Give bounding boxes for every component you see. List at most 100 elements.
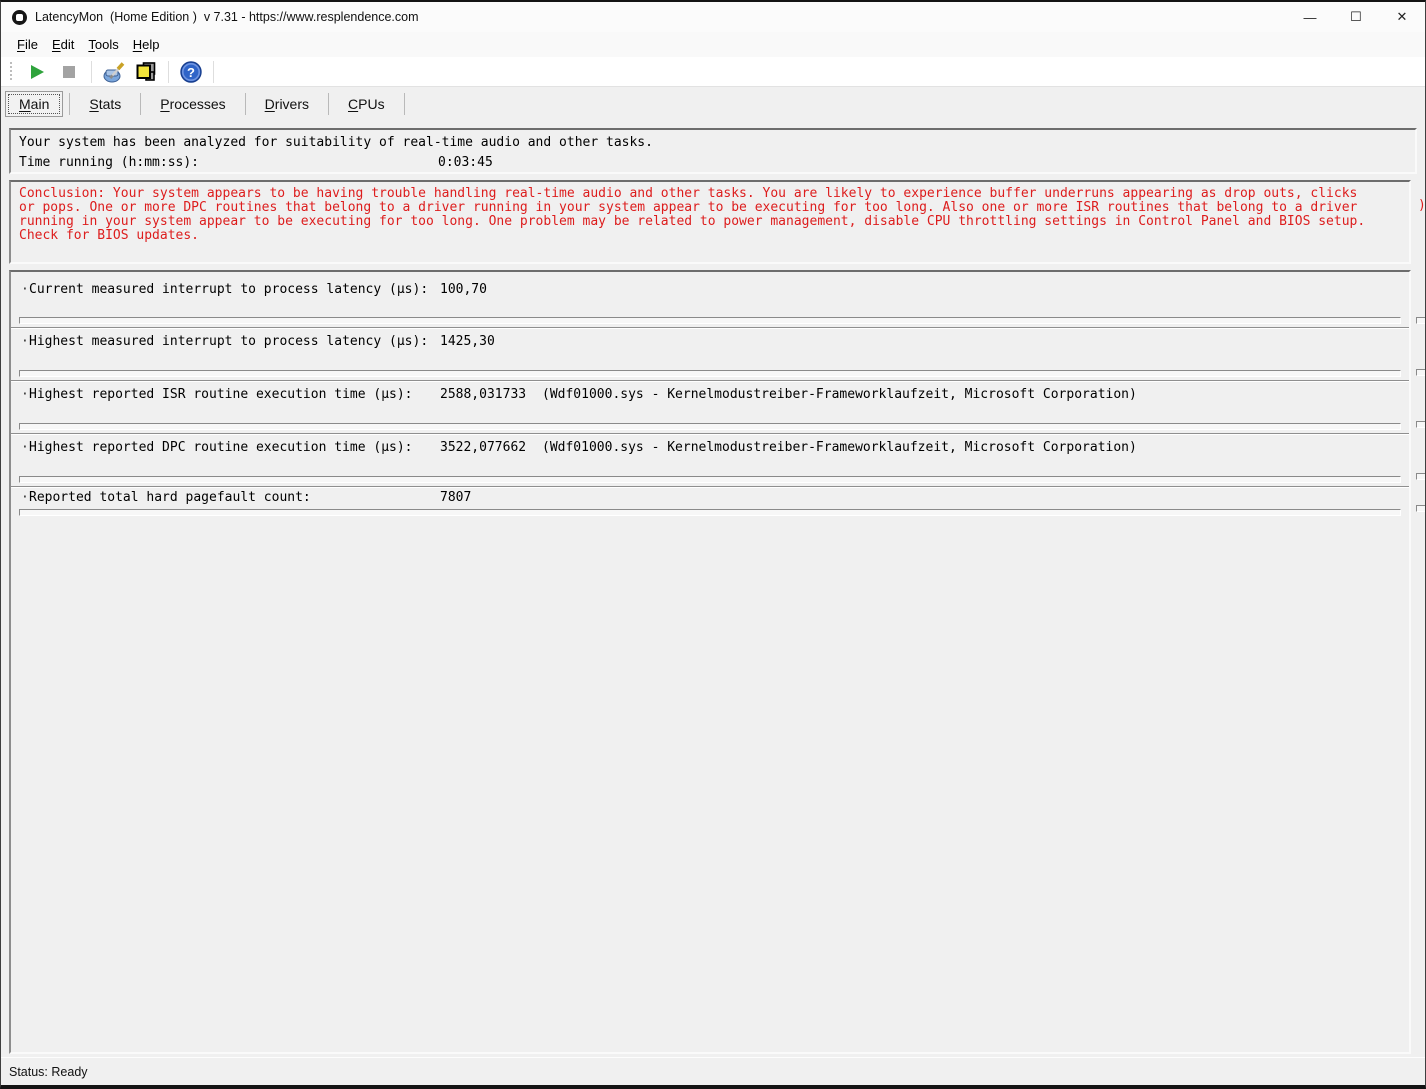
window-title: LatencyMon (Home Edition ) v 7.31 - http… (35, 10, 419, 24)
tab-separator (245, 93, 246, 115)
menu-item-help[interactable]: Help (126, 34, 167, 55)
menu-item-edit[interactable]: Edit (45, 34, 81, 55)
bullet: · (21, 282, 29, 297)
latency-progress-bar (19, 509, 1401, 516)
measurement-label: Highest reported DPC routine execution t… (29, 440, 440, 455)
menu-item-accelerator: E (52, 37, 61, 52)
status-text: Status: Ready (9, 1065, 88, 1079)
tab-label: PUs (358, 96, 384, 112)
title-bar: LatencyMon (Home Edition ) v 7.31 - http… (1, 2, 1425, 32)
measurement-row: ·Current measured interrupt to process l… (11, 272, 1409, 327)
options-button[interactable] (101, 59, 127, 85)
measurement-text: ·Current measured interrupt to process l… (21, 282, 1399, 297)
tab-accelerator: M (19, 96, 31, 112)
time-running-label: Time running (h:mm:ss): (19, 153, 438, 173)
toolbar-separator (91, 61, 92, 83)
latency-progress-bar (19, 317, 1401, 324)
tab-accelerator: P (160, 96, 169, 112)
maximize-button[interactable]: ☐ (1333, 2, 1379, 32)
svg-text:?: ? (187, 65, 195, 80)
bullet: · (21, 334, 29, 349)
tab-separator (328, 93, 329, 115)
help-icon: ? (179, 60, 203, 84)
conclusion-line: running in your system appear to be exec… (19, 215, 1401, 229)
menu-item-label: ile (25, 37, 38, 52)
tab-bar: Main Stats Processes Drivers CPUs (5, 90, 411, 118)
analysis-summary-line: Your system has been analyzed for suitab… (19, 133, 1407, 153)
run-monitor-icon (27, 62, 47, 82)
measurement-value: 100,70 (440, 282, 528, 297)
clipped-text-fragment: ) (1418, 198, 1426, 213)
measurement-value: 1425,30 (440, 334, 528, 349)
status-bar: Status: Ready (1, 1057, 1425, 1085)
menu-item-accelerator: F (17, 37, 25, 52)
tab-stats[interactable]: Stats (76, 92, 134, 116)
conclusion-line: Check for BIOS updates. (19, 229, 1401, 243)
measurement-row: ·Highest reported ISR routine execution … (11, 380, 1409, 433)
copy-report-icon (134, 60, 158, 84)
tab-label: rivers (275, 96, 309, 112)
close-button[interactable]: ✕ (1379, 2, 1425, 32)
minimize-button[interactable]: — (1287, 2, 1333, 32)
measurement-row: ·Reported total hard pagefault count:780… (11, 486, 1409, 519)
stop-monitor-button[interactable] (56, 59, 82, 85)
conclusion-box: Conclusion: Your system appears to be ha… (9, 180, 1411, 264)
app-icon (12, 10, 27, 25)
tab-main[interactable]: Main (5, 91, 63, 117)
measurement-detail: (Wdf01000.sys - Kernelmodustreiber-Frame… (542, 440, 1137, 455)
menu-item-file[interactable]: File (10, 34, 45, 55)
measurement-text: ·Reported total hard pagefault count:780… (21, 490, 1399, 505)
tab-processes[interactable]: Processes (147, 92, 238, 116)
tab-separator (404, 93, 405, 115)
measurement-text: ·Highest reported ISR routine execution … (21, 387, 1399, 402)
tab-separator (140, 93, 141, 115)
tab-separator (69, 93, 70, 115)
latency-progress-bar (19, 423, 1401, 430)
latency-progress-bar (19, 370, 1401, 377)
measurement-value: 7807 (440, 490, 528, 505)
panel-filler (11, 519, 1409, 1052)
options-icon (102, 60, 126, 84)
clipped-bar-fragment (1416, 317, 1426, 324)
menu-item-label: dit (61, 37, 75, 52)
tab-cpus[interactable]: CPUs (335, 92, 398, 116)
latencymon-window: LatencyMon (Home Edition ) v 7.31 - http… (0, 0, 1426, 1089)
tab-label: rocesses (170, 96, 226, 112)
clipped-bar-fragment (1416, 369, 1426, 376)
bullet: · (21, 440, 29, 455)
measurement-row: ·Highest reported DPC routine execution … (11, 433, 1409, 486)
measurement-label: Reported total hard pagefault count: (29, 490, 440, 505)
window-controls: — ☐ ✕ (1287, 2, 1425, 32)
tab-label: ain (31, 96, 50, 112)
menu-item-tools[interactable]: Tools (81, 34, 125, 55)
measurement-value: 3522,077662 (440, 440, 528, 455)
clipped-bar-fragment (1416, 505, 1426, 512)
tab-label: tats (99, 96, 122, 112)
toolbar: ? (1, 57, 1425, 87)
menu-item-label: elp (142, 37, 159, 52)
toolbar-separator (213, 61, 214, 83)
time-running-line: Time running (h:mm:ss):0:03:45 (19, 153, 1407, 173)
clipped-bar-fragment (1416, 473, 1426, 480)
measurement-text: ·Highest measured interrupt to process l… (21, 334, 1399, 349)
measurement-label: Current measured interrupt to process la… (29, 282, 440, 297)
measurement-detail: (Wdf01000.sys - Kernelmodustreiber-Frame… (542, 387, 1137, 402)
toolbar-gripper[interactable] (9, 62, 13, 82)
tab-accelerator: C (348, 96, 358, 112)
bullet: · (21, 387, 29, 402)
run-monitor-button[interactable] (24, 59, 50, 85)
measurement-label: Highest measured interrupt to process la… (29, 334, 440, 349)
menu-item-accelerator: H (133, 37, 142, 52)
conclusion-line: or pops. One or more DPC routines that b… (19, 201, 1401, 215)
measurements-panel: ·Current measured interrupt to process l… (9, 270, 1411, 1054)
copy-report-button[interactable] (133, 59, 159, 85)
tab-drivers[interactable]: Drivers (252, 92, 322, 116)
help-button[interactable]: ? (178, 59, 204, 85)
latency-progress-bar (19, 476, 1401, 483)
bullet: · (21, 490, 29, 505)
tab-accelerator: S (89, 96, 98, 112)
measurement-row: ·Highest measured interrupt to process l… (11, 327, 1409, 380)
menu-bar: FileEditToolsHelp (1, 32, 1425, 57)
summary-box: Your system has been analyzed for suitab… (9, 128, 1417, 174)
tab-accelerator: D (265, 96, 275, 112)
